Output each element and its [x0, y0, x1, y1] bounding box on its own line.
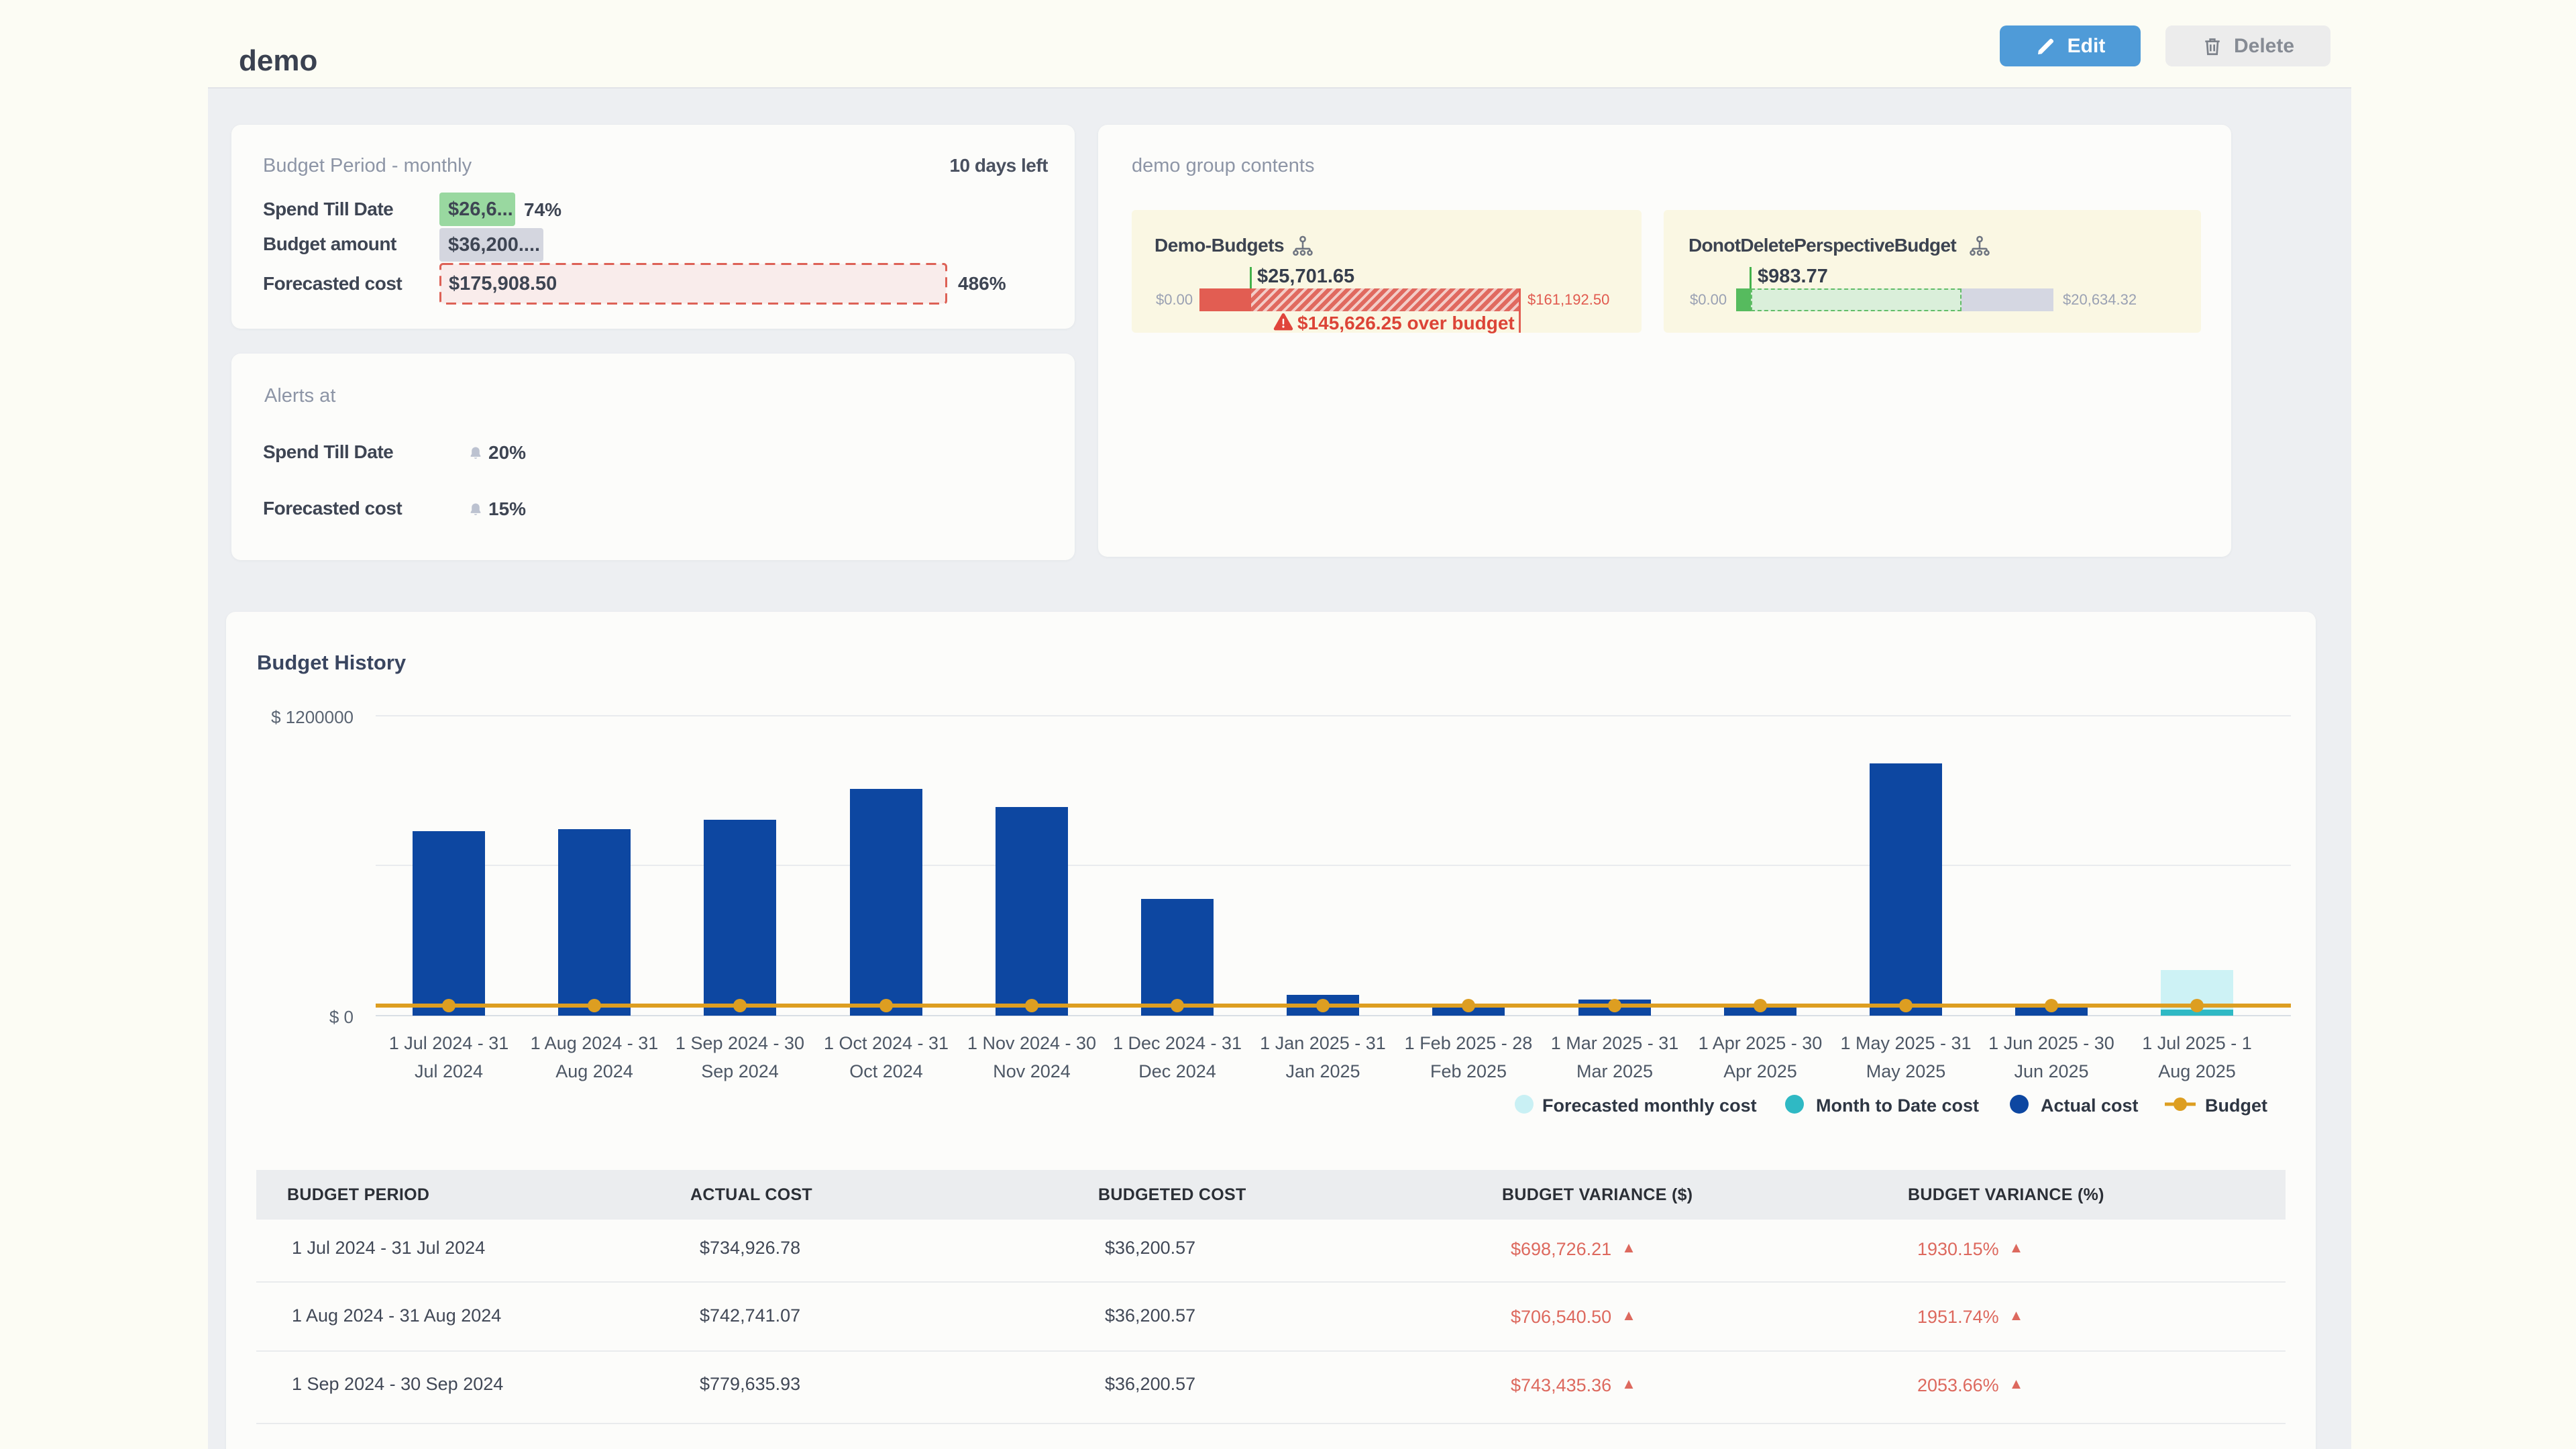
- svg-text:1 Jan 2025 - 31: 1 Jan 2025 - 31: [1260, 1033, 1386, 1053]
- svg-text:Jul 2024: Jul 2024: [415, 1061, 483, 1081]
- svg-text:1 Oct 2024 - 31: 1 Oct 2024 - 31: [824, 1033, 949, 1053]
- svg-text:Dec 2024: Dec 2024: [1138, 1061, 1216, 1081]
- svg-text:Sep 2024: Sep 2024: [701, 1061, 779, 1081]
- svg-text:1 Jul 2025 - 1: 1 Jul 2025 - 1: [2142, 1033, 2252, 1053]
- svg-text:Actual cost: Actual cost: [2041, 1095, 2139, 1116]
- svg-text:$ 0: $ 0: [329, 1007, 354, 1027]
- svg-text:Budget: Budget: [2205, 1095, 2267, 1116]
- svg-text:Jan 2025: Jan 2025: [1285, 1061, 1360, 1081]
- svg-text:Month to Date cost: Month to Date cost: [1816, 1095, 1979, 1116]
- svg-text:Forecasted monthly cost: Forecasted monthly cost: [1542, 1095, 1757, 1116]
- svg-text:1 Apr 2025 - 30: 1 Apr 2025 - 30: [1699, 1033, 1823, 1053]
- svg-text:1 Jul 2024 - 31: 1 Jul 2024 - 31: [389, 1033, 509, 1053]
- svg-text:1 Nov 2024 - 30: 1 Nov 2024 - 30: [967, 1033, 1096, 1053]
- svg-text:1 Mar 2025 - 31: 1 Mar 2025 - 31: [1551, 1033, 1679, 1053]
- svg-text:Apr 2025: Apr 2025: [1723, 1061, 1797, 1081]
- svg-text:1 Jun 2025 - 30: 1 Jun 2025 - 30: [1988, 1033, 2114, 1053]
- svg-text:Nov 2024: Nov 2024: [993, 1061, 1071, 1081]
- svg-text:1 Feb 2025 - 28: 1 Feb 2025 - 28: [1405, 1033, 1533, 1053]
- svg-text:Mar 2025: Mar 2025: [1576, 1061, 1653, 1081]
- svg-text:Feb 2025: Feb 2025: [1430, 1061, 1507, 1081]
- svg-text:Jun 2025: Jun 2025: [2014, 1061, 2088, 1081]
- svg-text:Oct 2024: Oct 2024: [849, 1061, 923, 1081]
- svg-text:Aug 2025: Aug 2025: [2158, 1061, 2236, 1081]
- svg-text:1 May 2025 - 31: 1 May 2025 - 31: [1840, 1033, 1971, 1053]
- svg-text:1 Aug 2024 - 31: 1 Aug 2024 - 31: [531, 1033, 659, 1053]
- svg-text:May 2025: May 2025: [1866, 1061, 1946, 1081]
- svg-text:$ 1200000: $ 1200000: [271, 707, 354, 727]
- svg-text:1 Sep 2024 - 30: 1 Sep 2024 - 30: [676, 1033, 804, 1053]
- svg-text:Aug 2024: Aug 2024: [555, 1061, 633, 1081]
- svg-text:1 Dec 2024 - 31: 1 Dec 2024 - 31: [1113, 1033, 1242, 1053]
